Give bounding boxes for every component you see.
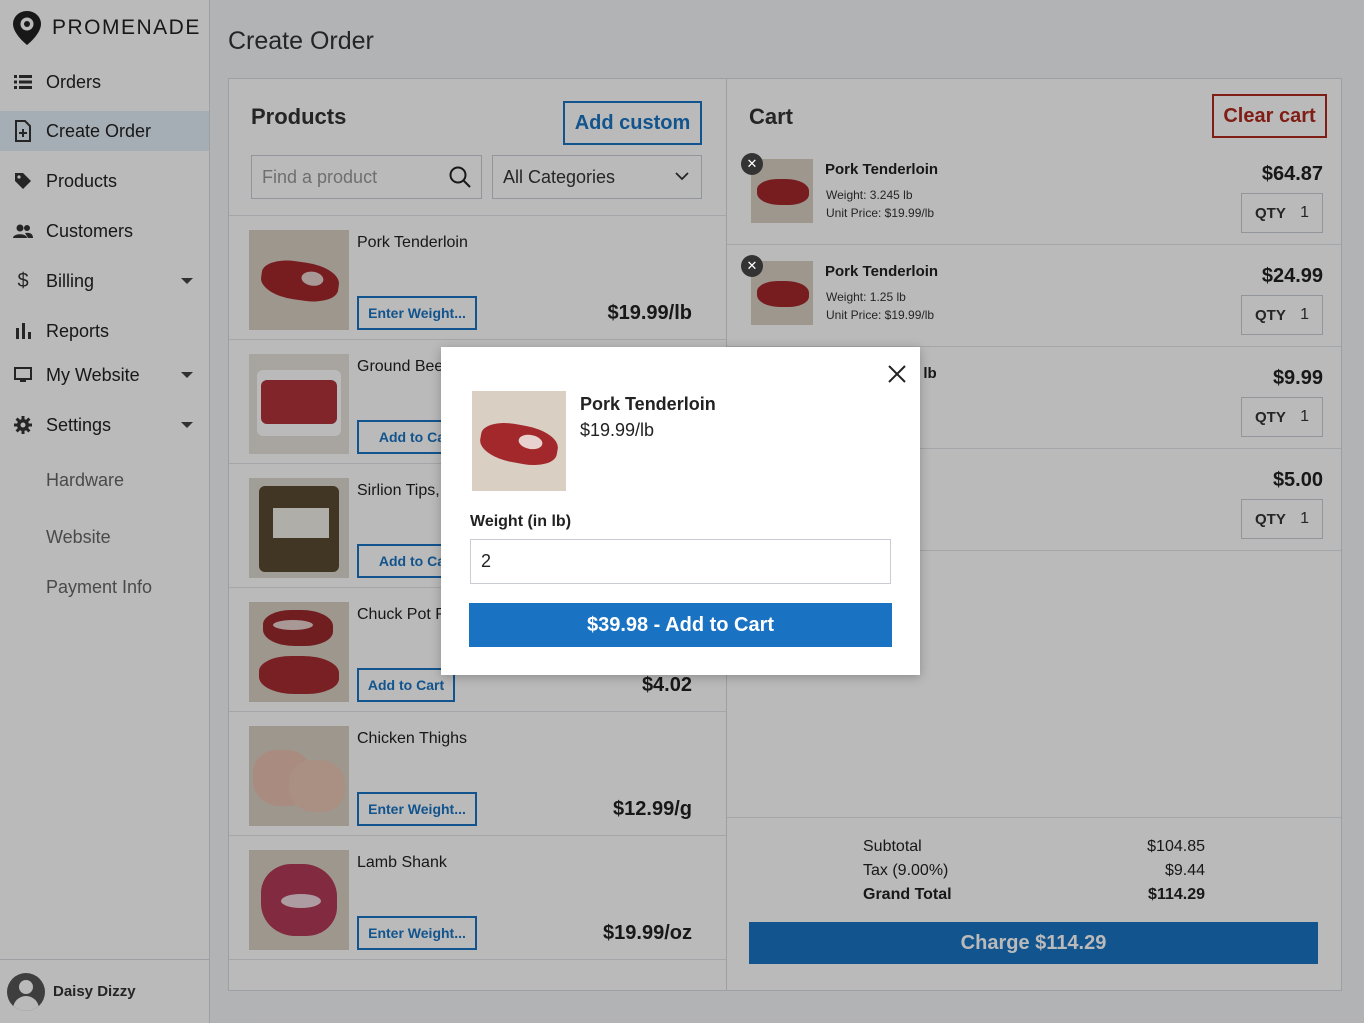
weight-input[interactable] [470, 539, 891, 584]
add-to-cart-button[interactable]: $39.98 - Add to Cart [469, 603, 892, 647]
modal-product-price: $19.99/lb [580, 420, 655, 440]
weight-modal: Pork Tenderloin $19.99/lb Weight (in lb)… [441, 347, 920, 675]
modal-product-name: Pork Tenderloin [580, 394, 716, 414]
remove-item-icon[interactable]: ✕ [741, 153, 763, 175]
close-icon[interactable] [888, 365, 906, 383]
weight-label: Weight (in lb) [470, 513, 572, 530]
remove-item-icon[interactable]: ✕ [741, 255, 763, 277]
modal-product-image [472, 391, 566, 491]
